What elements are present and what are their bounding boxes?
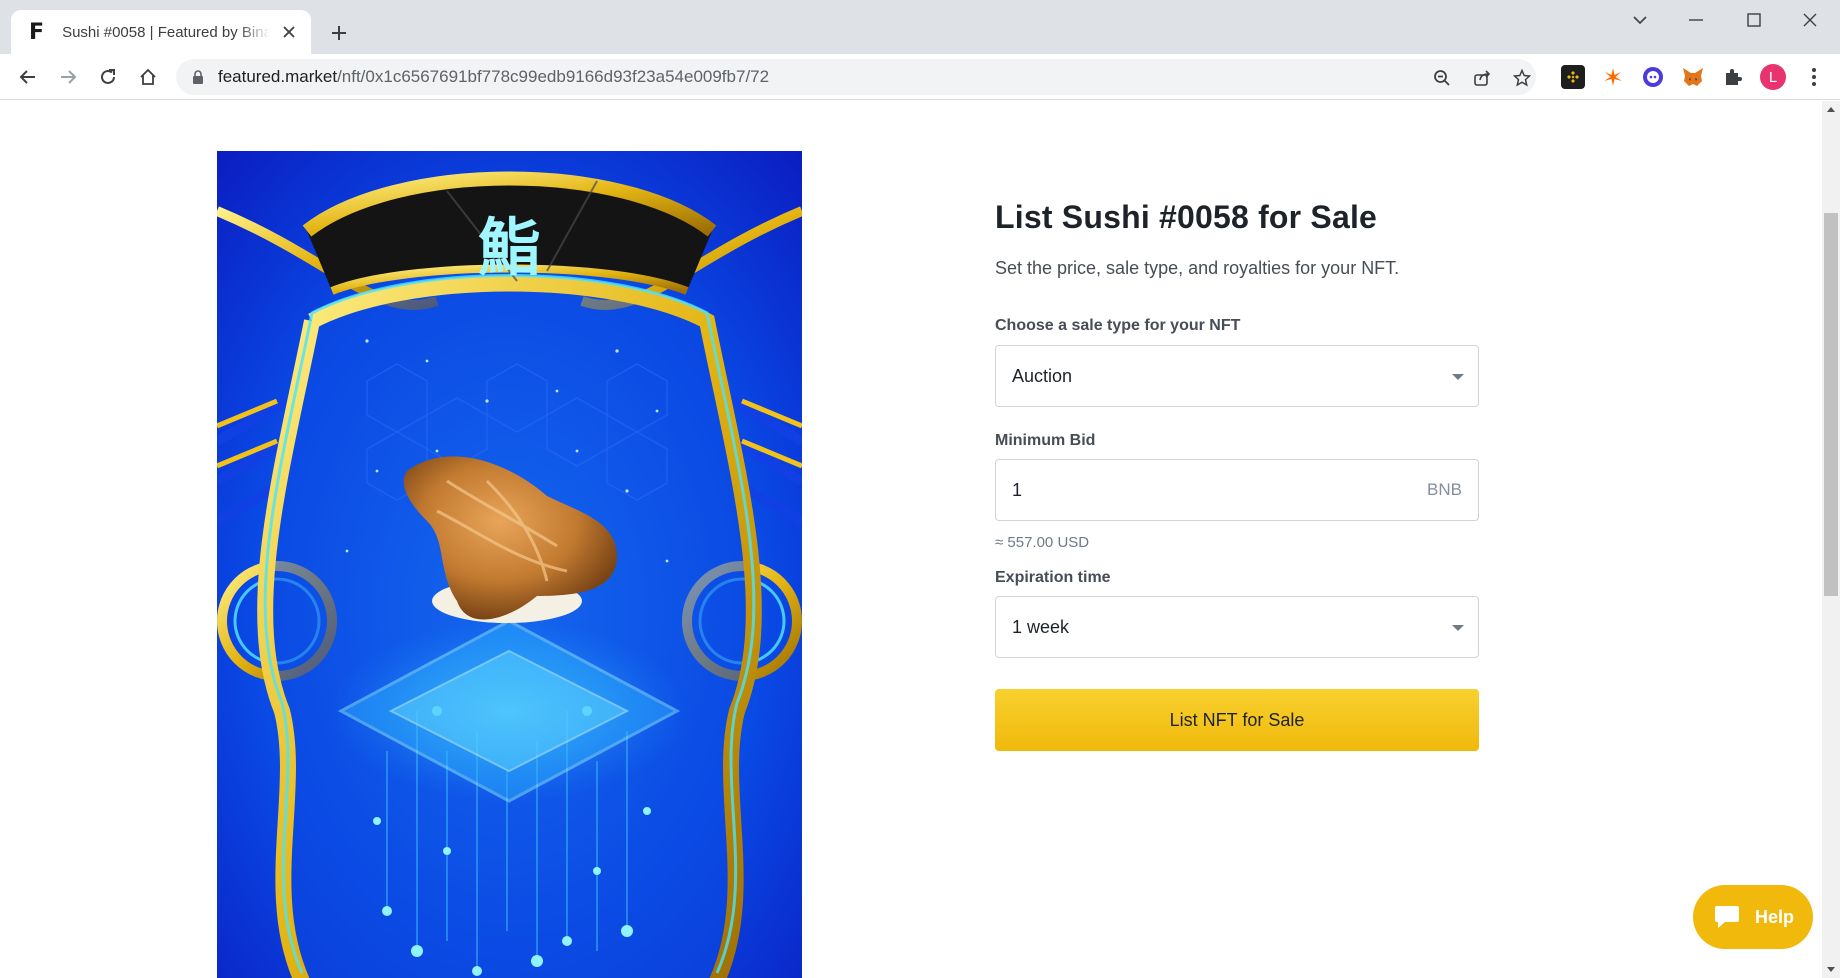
forward-button[interactable] [54, 63, 82, 91]
close-tab-icon[interactable] [280, 22, 299, 42]
browser-titlebar: F Sushi #0058 | Featured by Binance [0, 0, 1840, 54]
url-domain: featured.market [218, 67, 338, 86]
url-text[interactable]: featured.market/nft/0x1c6567691bf778c99e… [218, 67, 769, 87]
scrollbar-thumb[interactable] [1824, 213, 1838, 596]
bookmark-star-icon[interactable] [1510, 66, 1534, 90]
back-button[interactable] [14, 63, 42, 91]
tab-title: Sushi #0058 | Featured by Binance [62, 23, 270, 41]
metamask-fox-icon[interactable] [1681, 65, 1705, 89]
reload-button[interactable] [94, 63, 122, 91]
help-label: Help [1755, 906, 1795, 927]
maximize-button[interactable] [1734, 8, 1774, 32]
extensions-puzzle-icon[interactable] [1721, 65, 1745, 89]
chevron-down-icon [1452, 374, 1464, 380]
binance-extension-icon[interactable] [1561, 65, 1585, 89]
scroll-down-arrow-icon[interactable] [1827, 967, 1835, 972]
list-for-sale-form: List Sushi #0058 for Sale Set the price,… [995, 199, 1479, 751]
sale-type-label: Choose a sale type for your NFT [995, 317, 1241, 334]
starburst-extension-icon[interactable] [1601, 65, 1625, 89]
browser-toolbar: featured.market/nft/0x1c6567691bf778c99e… [0, 54, 1840, 100]
chat-bubble-icon [1715, 906, 1739, 928]
page-viewport: 鮨 List Sushi #0058 for Sale Set the pric… [0, 101, 1822, 978]
list-nft-for-sale-button[interactable]: List NFT for Sale [995, 689, 1479, 751]
expiration-time-value: 1 week [1012, 616, 1070, 637]
expiration-time-label: Expiration time [995, 569, 1111, 586]
new-tab-button[interactable] [326, 20, 352, 46]
usd-estimate: ≈ 557.00 USD [995, 534, 1090, 551]
sale-type-value: Auction [1012, 365, 1073, 386]
minimum-bid-label: Minimum Bid [995, 432, 1096, 449]
scroll-up-arrow-icon[interactable] [1827, 107, 1835, 112]
help-button[interactable]: Help [1693, 885, 1813, 949]
page-scrollbar[interactable] [1822, 101, 1840, 978]
featured-logo-icon: F [29, 19, 45, 45]
nft-kanji-title: 鮨 [478, 211, 540, 284]
home-button[interactable] [134, 63, 162, 91]
tab-search-icon[interactable] [1620, 8, 1660, 32]
minimize-button[interactable] [1676, 8, 1716, 32]
currency-unit: BNB [1427, 480, 1462, 499]
lock-icon[interactable] [192, 70, 204, 89]
minimum-bid-input[interactable]: 1 BNB [995, 459, 1479, 521]
sale-type-select[interactable]: Auction [995, 345, 1479, 407]
url-path: /nft/0x1c6567691bf778c99edb9166d93f23a54… [337, 67, 770, 86]
expiration-time-select[interactable]: 1 week [995, 596, 1479, 658]
chevron-down-icon [1452, 625, 1464, 631]
profile-avatar[interactable]: L [1760, 64, 1786, 90]
address-bar[interactable]: featured.market/nft/0x1c6567691bf778c99e… [176, 59, 1536, 95]
page-title: List Sushi #0058 for Sale [995, 199, 1378, 235]
close-window-button[interactable] [1790, 8, 1830, 32]
page-subtitle: Set the price, sale type, and royalties … [995, 258, 1400, 278]
browser-menu-icon[interactable] [1802, 65, 1826, 89]
nft-image: 鮨 [217, 151, 802, 978]
wallet-extension-icon[interactable] [1641, 65, 1665, 89]
browser-tab[interactable]: F Sushi #0058 | Featured by Binance [11, 10, 311, 54]
zoom-icon[interactable] [1430, 66, 1454, 90]
minimum-bid-value: 1 [1012, 479, 1023, 500]
share-icon[interactable] [1470, 66, 1494, 90]
